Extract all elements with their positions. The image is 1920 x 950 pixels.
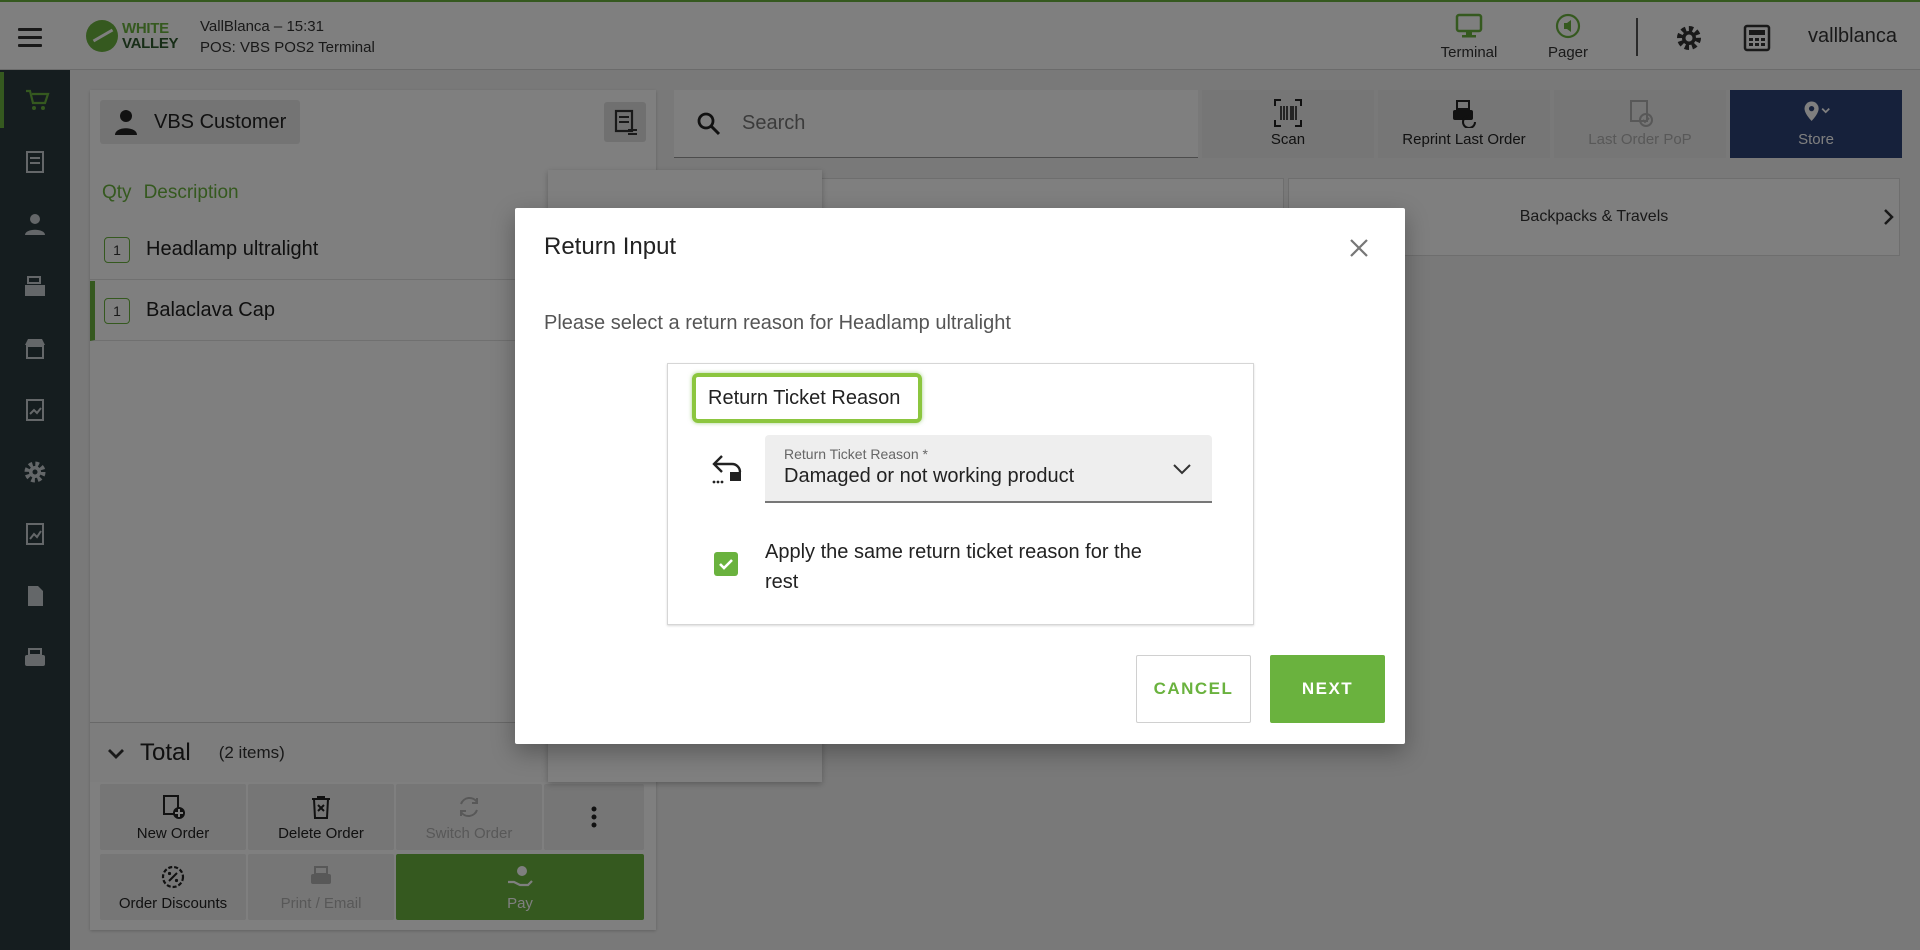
- select-value: Damaged or not working product: [784, 465, 1075, 487]
- apply-same-checkbox[interactable]: [714, 552, 738, 576]
- checkmark-icon: [719, 559, 733, 570]
- cancel-button[interactable]: CANCEL: [1136, 655, 1251, 723]
- chevron-down-icon: [1173, 464, 1191, 475]
- apply-same-label: Apply the same return ticket reason for …: [765, 541, 1142, 593]
- next-button[interactable]: NEXT: [1270, 655, 1385, 723]
- return-reason-card: Return Ticket Reason Return Ticket Reaso…: [667, 363, 1254, 625]
- return-ticket-icon: [712, 455, 742, 484]
- dialog-message: Please select a return reason for Headla…: [544, 312, 1011, 334]
- return-input-dialog: Return Input Please select a return reas…: [515, 208, 1405, 744]
- return-reason-select[interactable]: Return Ticket Reason * Damaged or not wo…: [765, 435, 1212, 503]
- dialog-title: Return Input: [544, 233, 677, 260]
- close-icon[interactable]: [1346, 235, 1372, 261]
- return-reason-section-label: Return Ticket Reason: [692, 373, 922, 423]
- select-label: Return Ticket Reason *: [784, 446, 928, 462]
